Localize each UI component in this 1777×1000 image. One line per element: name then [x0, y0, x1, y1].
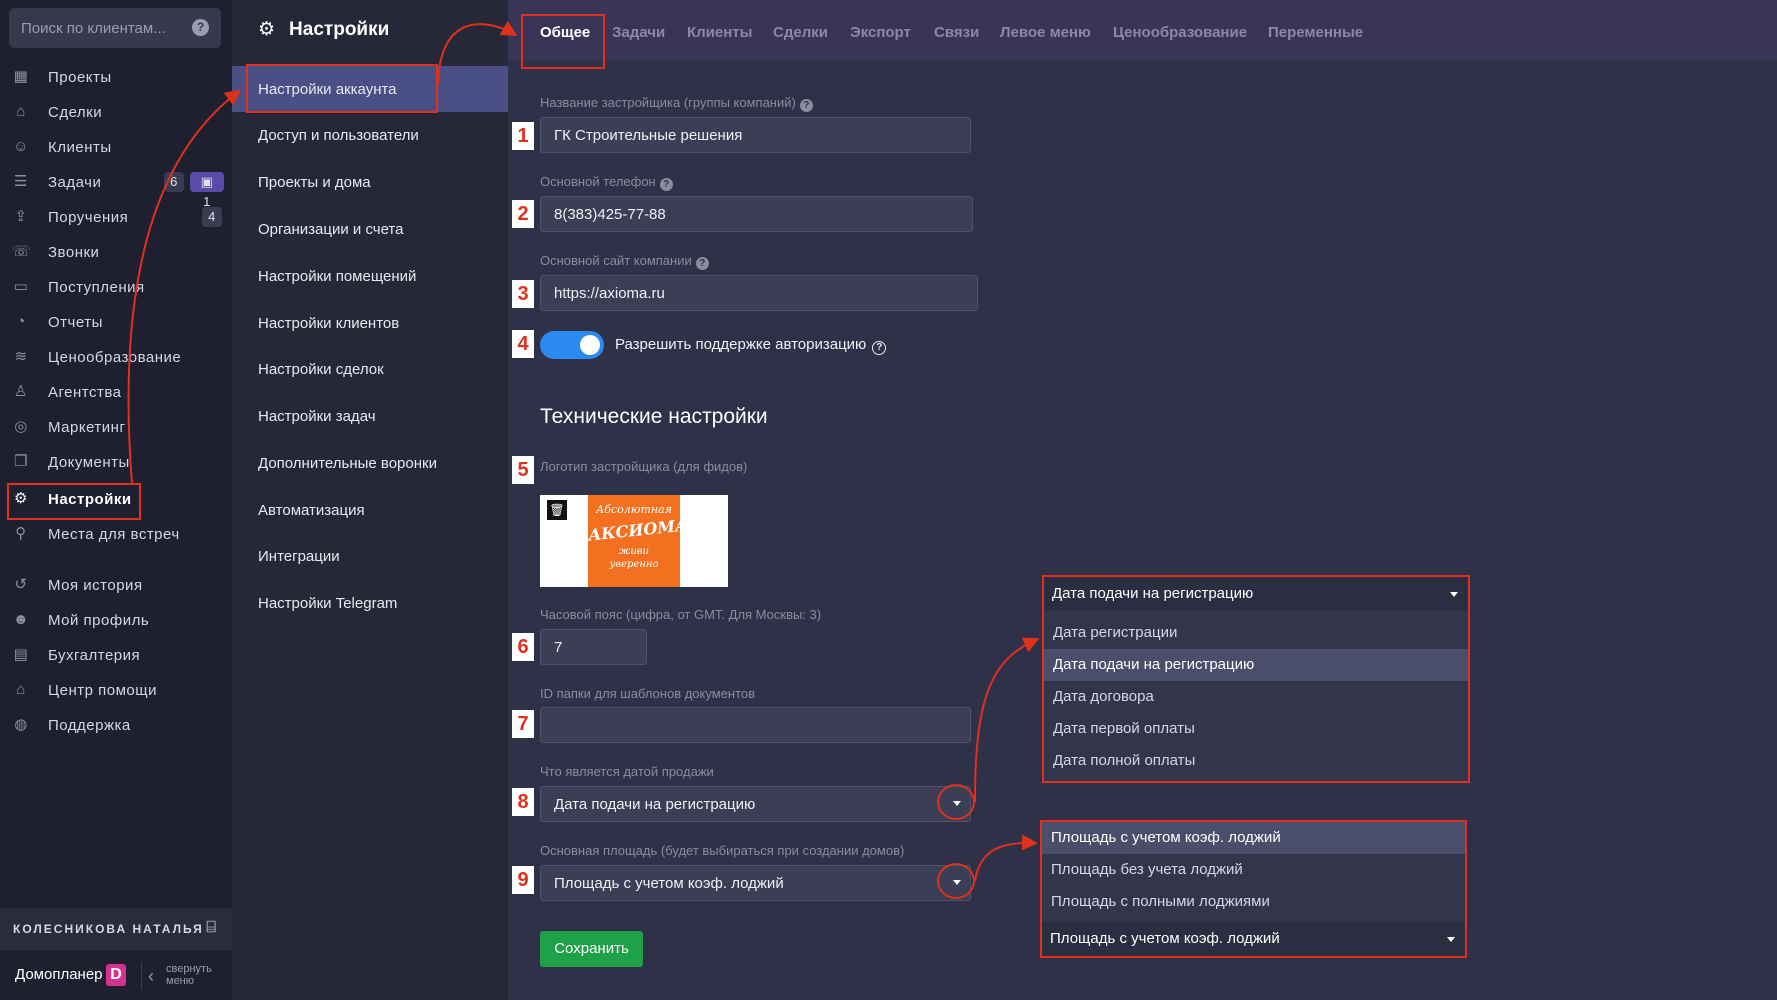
annotation-arrows: [127, 21, 1040, 882]
arrow-settings-to-account: [127, 89, 242, 485]
arrow-area-to-popup: [974, 834, 1038, 882]
arrow-sale-date-to-popup: [974, 637, 1040, 803]
arrow-account-to-tab: [437, 21, 518, 85]
